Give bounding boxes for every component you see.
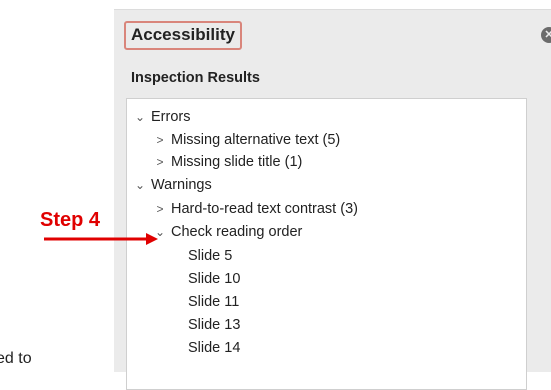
step-arrow — [44, 233, 158, 245]
